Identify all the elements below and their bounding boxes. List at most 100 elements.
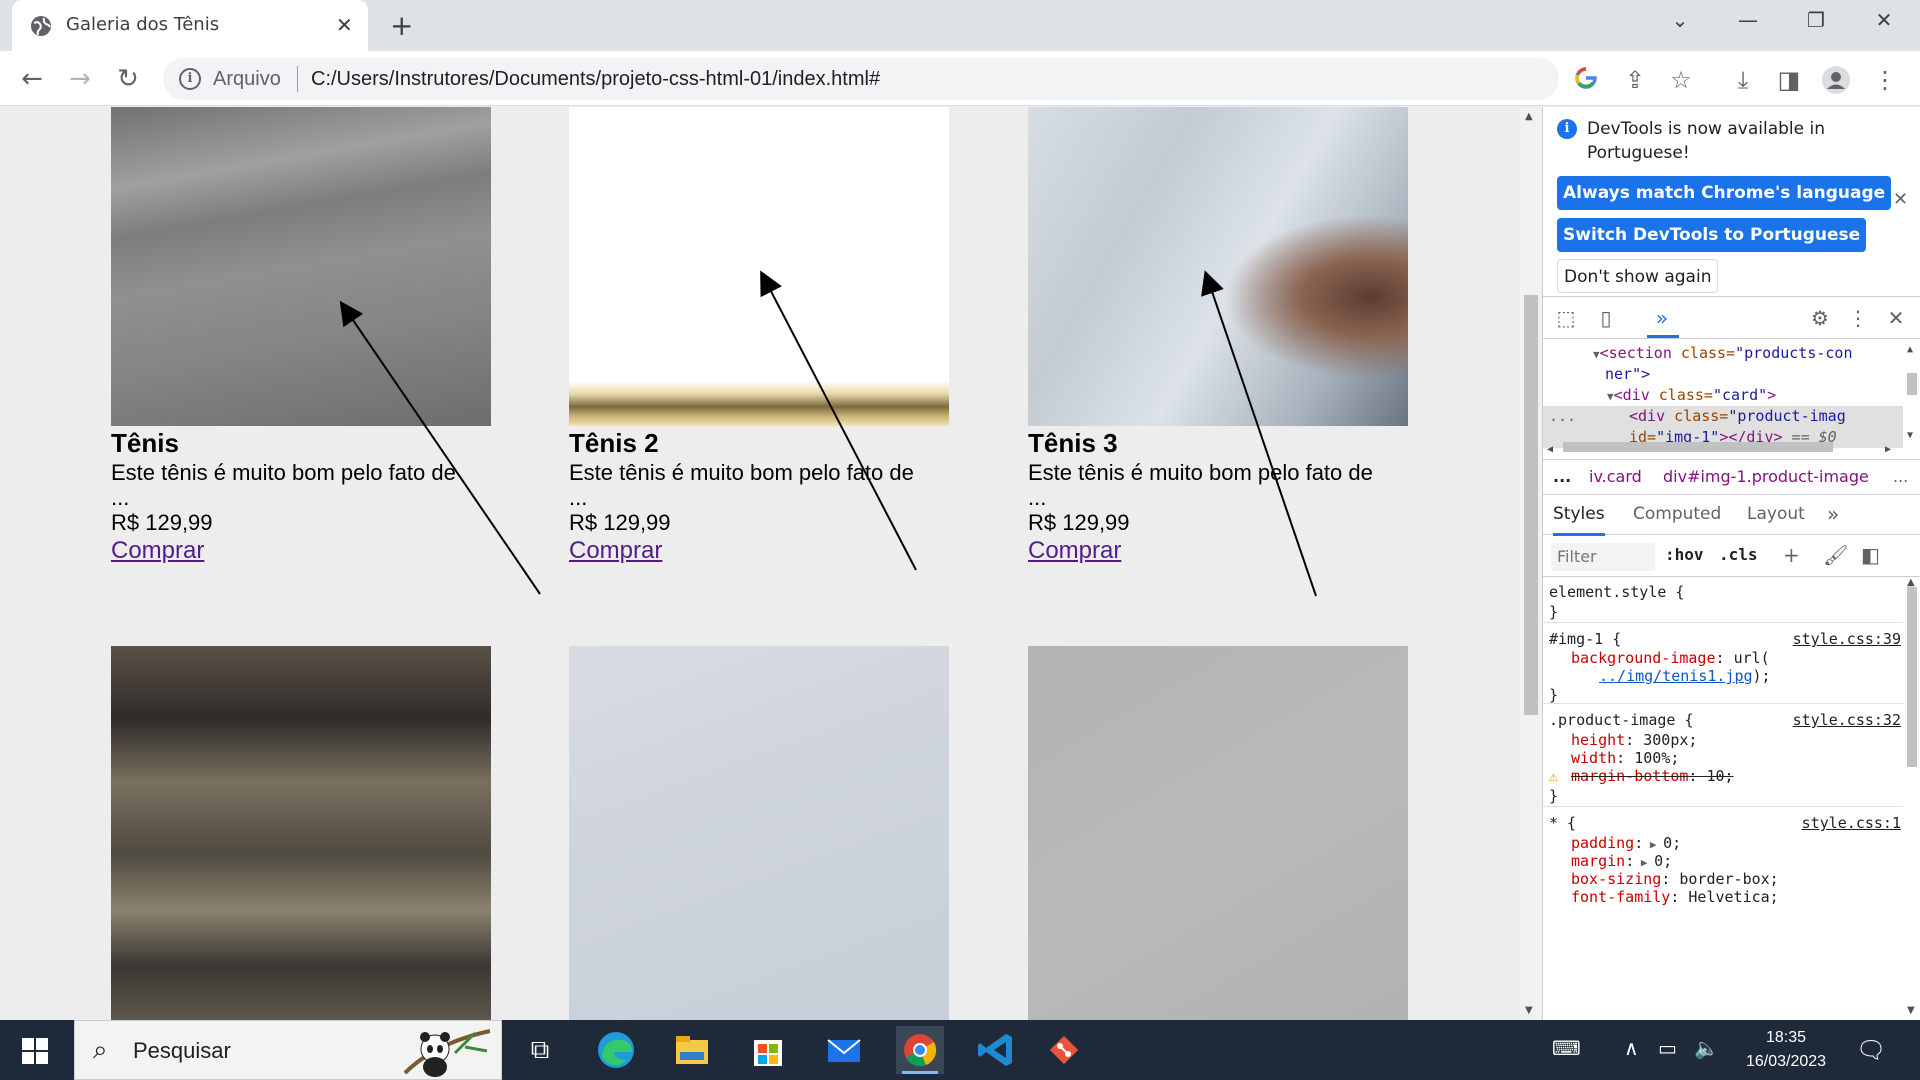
scroll-up-icon[interactable]: ▲ [1525,111,1533,122]
bookmark-star-icon[interactable]: ☆ [1666,65,1696,95]
scroll-left-icon[interactable]: ◀ [1547,439,1553,460]
close-tab-icon[interactable]: ✕ [336,13,353,37]
close-banner-icon[interactable]: ✕ [1893,189,1908,210]
dont-show-again-button[interactable]: Don't show again [1557,259,1719,293]
product-description: Este tênis é muito bom pelo fato de [111,460,456,485]
tab-styles[interactable]: Styles [1553,495,1605,536]
expand-triangle-icon[interactable]: ▼ [1607,390,1614,403]
rule-source-link[interactable]: style.css:32 [1793,711,1901,729]
more-tabs-icon[interactable]: » [1827,495,1839,533]
forward-icon[interactable]: → [64,63,96,95]
edge-browser-icon[interactable] [592,1026,640,1074]
restore-icon[interactable]: ❐ [1796,8,1836,40]
style-property[interactable]: box-sizing: border-box; [1571,870,1779,888]
tab-layout[interactable]: Layout [1747,495,1805,533]
toggle-sidebar-icon[interactable]: ◧ [1861,543,1880,567]
settings-gear-icon[interactable]: ⚙ [1807,305,1833,331]
minimize-icon[interactable]: — [1728,8,1768,40]
profile-avatar-icon[interactable] [1822,66,1850,94]
chrome-taskbar-button[interactable] [896,1026,944,1074]
microsoft-store-icon[interactable] [744,1026,792,1074]
style-property[interactable]: padding: ▶ 0; [1571,834,1681,854]
expand-shorthand-icon[interactable]: ▶ [1643,838,1663,851]
google-lens-icon[interactable] [1574,66,1598,90]
switch-language-button[interactable]: Switch DevTools to Portuguese [1557,218,1867,252]
taskbar-search-box[interactable]: ⌕ Pesquisar [74,1020,502,1080]
dom-node-card[interactable]: ▼<div class="card"> [1543,385,1903,407]
task-view-icon[interactable]: ⧉ [516,1026,564,1074]
scroll-down-icon[interactable]: ▼ [1525,1005,1533,1016]
device-toolbar-icon[interactable]: ▯ [1593,305,1619,331]
dom-node-section[interactable]: ▼<section class="products-con [1543,343,1903,365]
breadcrumb-more-right[interactable]: ... [1893,460,1908,494]
tab-computed[interactable]: Computed [1633,495,1721,533]
breadcrumb-item[interactable]: iv.card [1589,460,1642,494]
expand-triangle-icon[interactable]: ▼ [1593,348,1600,361]
battery-icon[interactable]: ▭ [1658,1036,1677,1060]
side-panel-icon[interactable]: ◨ [1774,65,1804,95]
mail-icon[interactable] [820,1026,868,1074]
class-toggle[interactable]: .cls [1719,545,1758,564]
hover-state-toggle[interactable]: :hov [1665,545,1704,564]
styles-pane: element.style { } #img-1 { style.css:39 … [1543,577,1903,1020]
styles-filter-input[interactable] [1551,543,1655,571]
notification-center-icon[interactable]: 🗨 [1856,1036,1886,1064]
system-clock[interactable]: 18:35 16/03/2023 [1740,1026,1832,1074]
close-devtools-icon[interactable]: ✕ [1883,305,1909,331]
scrollbar-thumb[interactable] [1907,373,1917,395]
style-property[interactable]: font-family: Helvetica; [1571,888,1779,906]
git-client-icon[interactable] [1040,1026,1088,1074]
inspect-element-icon[interactable]: ⬚ [1553,305,1579,331]
elements-hscrollbar[interactable]: ◀ ▶ [1543,439,1903,455]
style-property[interactable]: margin: ▶ 0; [1571,852,1672,872]
keyboard-icon[interactable]: ⌨ [1552,1036,1581,1060]
banner-message: DevTools is now available in Portuguese! [1587,119,1825,163]
page-scrollbar[interactable]: ▲ ▼ [1520,107,1542,1020]
buy-link[interactable]: Comprar [1028,538,1121,564]
rule-source-link[interactable]: style.css:39 [1793,630,1901,648]
volume-icon[interactable]: 🔈 [1694,1036,1719,1060]
new-tab-icon[interactable]: + [390,9,413,42]
windows-taskbar: ⌕ Pesquisar ⧉ ⌨ ∧ ▭ 🔈 18:35 16/03/2023 🗨 [0,1020,1920,1080]
scroll-down-icon[interactable]: ▼ [1907,1005,1915,1016]
vscode-icon[interactable] [972,1026,1020,1074]
show-hidden-icons[interactable]: ∧ [1624,1036,1639,1060]
file-explorer-icon[interactable] [668,1026,716,1074]
share-icon[interactable]: ⇪ [1620,65,1650,95]
info-icon[interactable]: i [179,68,201,90]
menu-kebab-icon[interactable]: ⋮ [1870,65,1900,95]
more-panels-icon[interactable]: » [1649,305,1675,331]
scrollbar-thumb[interactable] [1563,442,1833,452]
close-window-icon[interactable]: ✕ [1864,8,1904,40]
rule-source-link[interactable]: style.css:1 [1802,814,1901,832]
windows-start-icon[interactable] [22,1038,48,1064]
download-icon[interactable]: ⤓ [1728,65,1758,95]
style-property-value[interactable]: ../img/tenis1.jpg); [1599,667,1771,685]
breadcrumb-more[interactable]: ... [1553,460,1571,494]
scrollbar-thumb[interactable] [1524,295,1538,715]
scroll-right-icon[interactable]: ▶ [1885,439,1891,460]
buy-link[interactable]: Comprar [569,538,662,564]
scroll-down-icon[interactable]: ▼ [1907,425,1913,446]
url-text[interactable]: C:/Users/Instrutores/Documents/projeto-c… [311,68,880,91]
style-property-invalid[interactable]: margin-bottom: 10; [1571,767,1734,785]
paint-brush-icon[interactable]: 🖌 [1823,543,1848,567]
scrollbar-thumb[interactable] [1907,587,1917,767]
tab-search-icon[interactable]: ⌄ [1660,8,1700,40]
style-property[interactable]: background-image: url( [1571,649,1770,667]
back-icon[interactable]: ← [16,63,48,95]
breadcrumb-item-current[interactable]: div#img-1.product-image [1663,460,1869,494]
address-bar[interactable]: i Arquivo C:/Users/Instrutores/Documents… [163,58,1559,100]
buy-link[interactable]: Comprar [111,538,204,564]
expand-shorthand-icon[interactable]: ▶ [1634,856,1654,869]
scroll-up-icon[interactable]: ▲ [1907,339,1913,360]
match-language-button[interactable]: Always match Chrome's language [1557,176,1892,210]
elements-scrollbar[interactable]: ▲ ▼ [1903,339,1920,441]
new-style-rule-icon[interactable]: + [1783,543,1800,567]
devtools-menu-icon[interactable]: ⋮ [1845,305,1871,331]
style-property[interactable]: width: 100%; [1571,749,1679,767]
reload-icon[interactable]: ↻ [112,63,144,95]
style-property[interactable]: height: 300px; [1571,731,1697,749]
browser-tab[interactable]: Galeria dos Tênis ✕ [12,0,368,51]
styles-scrollbar[interactable]: ▲ ▼ [1903,577,1920,1020]
